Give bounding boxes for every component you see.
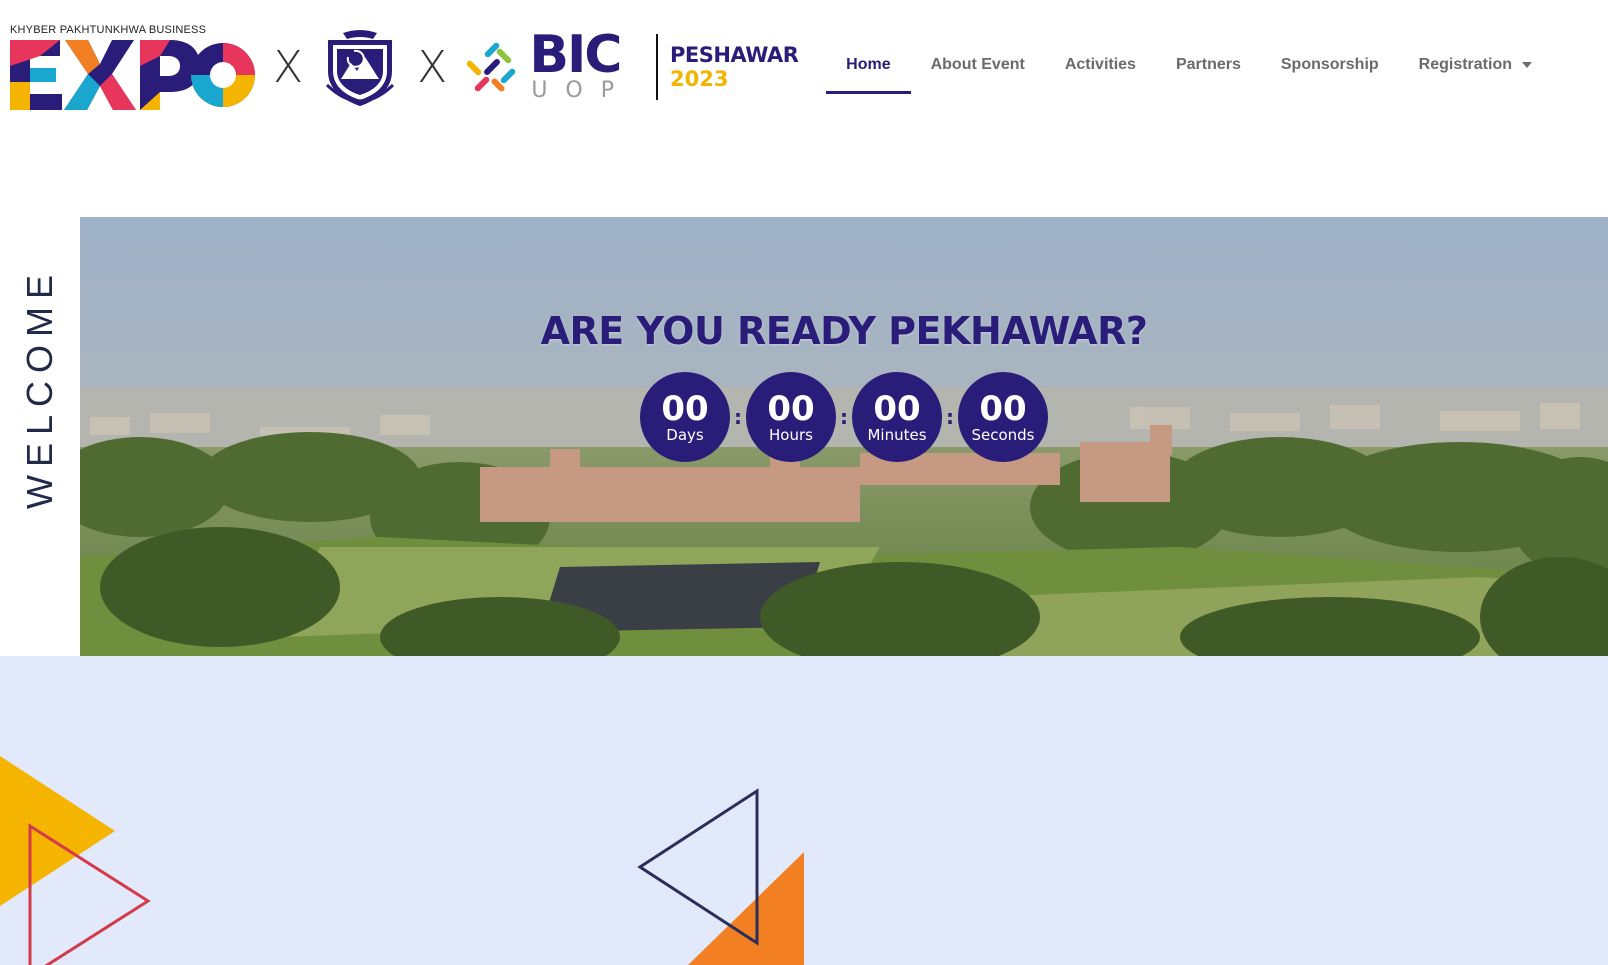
bic-subtitle: UOP — [531, 78, 632, 103]
countdown-days: 00 Days — [640, 372, 730, 462]
decorative-triangles — [0, 756, 804, 965]
year-label: 2023 — [670, 67, 729, 91]
countdown-separator: : — [734, 405, 742, 429]
logo-divider — [656, 34, 658, 100]
welcome-label: WELCOME — [19, 266, 60, 510]
countdown-hours: 00 Hours — [746, 372, 836, 462]
chevron-down-icon — [1522, 61, 1532, 68]
nav-partners[interactable]: Partners — [1156, 48, 1261, 82]
city-label: PESHAWAR — [670, 43, 799, 67]
university-crest-icon — [326, 30, 395, 107]
nav-sponsorship-label: Sponsorship — [1280, 56, 1379, 73]
countdown-hours-value: 00 — [767, 389, 815, 429]
nav-sponsorship[interactable]: Sponsorship — [1261, 48, 1399, 82]
nav-activities-label: Activities — [1064, 56, 1136, 73]
nav-partners-label: Partners — [1175, 56, 1241, 73]
countdown-separator: : — [946, 405, 954, 429]
bic-logo[interactable]: BIC UOP PESHAWAR 2023 — [465, 25, 799, 103]
nav-registration-label: Registration — [1418, 56, 1512, 73]
nav-home-label: Home — [846, 56, 891, 73]
nav-home[interactable]: Home — [826, 48, 912, 94]
expo-logo[interactable]: KHYBER PAKHTUNKHWA BUSINESS — [10, 22, 255, 112]
site-header: KHYBER PAKHTUNKHWA BUSINESS X X BIC UOP … — [0, 0, 1608, 130]
countdown-seconds: 00 Seconds — [958, 372, 1048, 462]
logo-separator: X — [417, 41, 448, 93]
countdown-minutes-label: Minutes — [867, 426, 927, 444]
nav-registration[interactable]: Registration — [1399, 48, 1552, 82]
countdown-timer: 00 Days : 00 Hours : 00 Minutes : 00 Sec… — [640, 372, 1048, 462]
countdown-seconds-label: Seconds — [971, 426, 1035, 444]
hero-banner: ARE YOU READY PEKHAWAR? 00 Days : 00 Hou… — [80, 217, 1608, 656]
nav-activities[interactable]: Activities — [1045, 48, 1156, 82]
hero-title: ARE YOU READY PEKHAWAR? — [540, 309, 1148, 353]
bic-title: BIC — [529, 25, 622, 85]
countdown-minutes: 00 Minutes — [852, 372, 942, 462]
countdown-minutes-value: 00 — [873, 389, 921, 429]
logo-separator: X — [273, 41, 304, 93]
expo-subtitle: KHYBER PAKHTUNKHWA BUSINESS — [10, 24, 207, 36]
yellow-triangle-icon — [0, 756, 115, 906]
nav-about-event[interactable]: About Event — [911, 48, 1045, 82]
lower-decorative-section — [0, 656, 1608, 965]
countdown-hours-label: Hours — [769, 426, 813, 444]
countdown-separator: : — [840, 405, 848, 429]
countdown-days-label: Days — [666, 426, 704, 444]
countdown-seconds-value: 00 — [979, 389, 1027, 429]
countdown-days-value: 00 — [661, 389, 709, 429]
expo-wordmark-icon — [10, 40, 255, 110]
logo-group[interactable]: KHYBER PAKHTUNKHWA BUSINESS X X BIC UOP … — [10, 22, 799, 112]
main-nav: Home About Event Activities Partners Spo… — [826, 48, 1552, 94]
nav-about-event-label: About Event — [930, 56, 1025, 73]
bic-cross-icon — [467, 42, 516, 92]
welcome-vertical-text: WELCOME — [19, 266, 60, 510]
